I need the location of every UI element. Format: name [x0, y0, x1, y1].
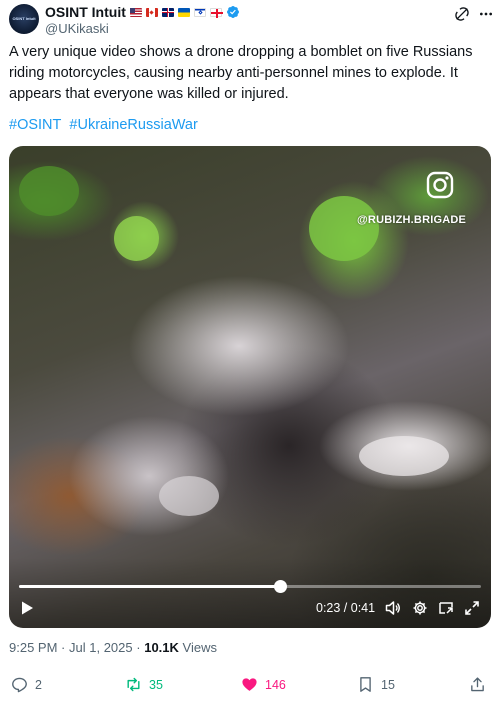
reply-icon [12, 677, 27, 693]
video-player[interactable]: @RUBIZH.BRIGADE 0:23 / 0:41 [9, 146, 491, 628]
tweet-metadata: 9:25 PM · Jul 1, 2025 · 10.1K Views [9, 640, 217, 655]
meta-separator: · [136, 640, 141, 655]
video-watermark: @RUBIZH.BRIGADE [357, 214, 467, 226]
verified-badge-icon [226, 6, 239, 18]
video-foliage [159, 476, 219, 516]
tweet-text: A very unique video shows a drone droppi… [9, 44, 473, 102]
author-name[interactable]: OSINT Intuit [45, 4, 126, 20]
avatar-logo-text: OSINT Intuit [12, 16, 36, 21]
tweet-time[interactable]: 9:25 PM [9, 640, 57, 655]
uk-flag-icon [161, 7, 174, 17]
bookmark-icon [360, 677, 371, 692]
tweet-header: OSINT Intuit OSINT Intuit @UKikaski [9, 3, 494, 39]
avatar[interactable]: OSINT Intuit [9, 4, 39, 34]
like-count: 146 [265, 677, 286, 692]
video-time-display: 0:23 / 0:41 [316, 601, 376, 615]
more-options-icon[interactable] [478, 6, 494, 22]
settings-gear-icon[interactable] [412, 600, 428, 616]
picture-in-picture-icon[interactable] [438, 600, 454, 616]
bookmark-count: 15 [381, 677, 395, 692]
georgia-flag-icon [209, 7, 223, 18]
author-handle[interactable]: @UKikaski [45, 21, 109, 36]
views-count[interactable]: 10.1K [144, 640, 179, 655]
hashtags: #OSINT #UkraineRussiaWar [9, 117, 202, 133]
video-foliage [309, 196, 379, 261]
video-controls-overlay [9, 558, 491, 628]
views-label: Views [182, 640, 217, 655]
share-button[interactable] [469, 676, 486, 693]
video-scrubber-handle[interactable] [274, 580, 288, 593]
reply-button[interactable]: 2 [11, 676, 42, 693]
video-foliage [114, 216, 159, 261]
repost-button[interactable]: 35 [125, 676, 163, 693]
ukraine-flag-icon [177, 7, 190, 17]
video-foliage [19, 166, 79, 216]
video-foliage [359, 436, 449, 476]
hashtag-link[interactable]: #OSINT [9, 117, 61, 133]
fullscreen-icon[interactable] [464, 600, 480, 616]
video-progress-bar[interactable] [19, 580, 481, 593]
israel-flag-icon [193, 7, 206, 17]
grok-icon[interactable] [454, 6, 470, 22]
play-icon[interactable] [19, 600, 35, 616]
instagram-icon [426, 171, 454, 199]
author-name-row: OSINT Intuit [45, 3, 240, 21]
volume-icon[interactable] [385, 600, 401, 616]
like-button[interactable]: 146 [241, 676, 286, 693]
heart-icon [242, 678, 257, 691]
canada-flag-icon [145, 7, 158, 17]
share-icon [471, 677, 484, 692]
repost-count: 35 [149, 677, 163, 692]
repost-icon [127, 677, 140, 692]
hashtag-link[interactable]: #UkraineRussiaWar [69, 117, 197, 133]
tweet-action-bar: 2 35 146 15 [0, 676, 500, 698]
tweet-date[interactable]: Jul 1, 2025 [69, 640, 133, 655]
bookmark-button[interactable]: 15 [357, 676, 395, 693]
video-progress-fill [19, 585, 281, 588]
reply-count: 2 [35, 677, 42, 692]
us-flag-icon [129, 7, 142, 17]
meta-separator: · [61, 640, 66, 655]
